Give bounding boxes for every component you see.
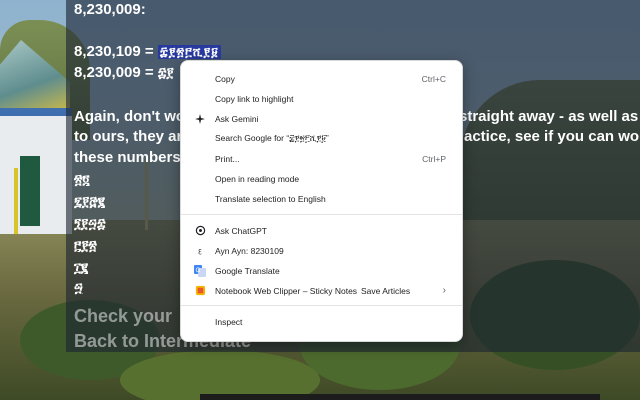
- menu-search-google[interactable]: Search Google for “፰፻፳፫ሺ፻፱”: [181, 129, 462, 148]
- number-line-1: 8,230,109 = ፰፻፳፫ሺ፻፱: [74, 42, 221, 62]
- menu-copy-link-to-highlight[interactable]: Copy link to highlight: [181, 89, 462, 108]
- house-stripe: [14, 168, 18, 234]
- paragraph-line-2: to ours, they ar: [74, 128, 183, 145]
- check-answers-link[interactable]: Check your: [74, 306, 172, 326]
- numeral-item: ፺፻፵፰: [74, 216, 106, 231]
- numeral-item: ፳፬: [74, 172, 90, 187]
- print-shortcut: Ctrl+P: [422, 153, 446, 164]
- number-line-2: 8,230,009 = ፰፻: [74, 63, 174, 83]
- selected-geez-number[interactable]: ፰፻፳፫ሺ፻፱: [157, 45, 221, 59]
- google-translate-icon: G: [194, 264, 206, 277]
- paragraph-line-3: these numbers: [74, 149, 181, 166]
- menu-copy[interactable]: Copy Ctrl+C: [181, 69, 462, 88]
- menu-inspect[interactable]: Inspect: [181, 312, 462, 331]
- chevron-right-icon: ›: [442, 285, 446, 296]
- paragraph-line-2-right: actice, see if you can wor: [464, 128, 640, 145]
- paragraph-line-1-right: straight away - as well as: [459, 108, 639, 125]
- menu-ask-gemini[interactable]: Ask Gemini: [181, 109, 462, 128]
- sparkle-icon: [194, 113, 206, 125]
- geez-number-2: ፰፻: [157, 65, 174, 80]
- menu-translate-selection[interactable]: Translate selection to English: [181, 189, 462, 208]
- number-1: 8,230,109 =: [74, 43, 154, 60]
- paragraph-line-1: Again, don't wo: [74, 108, 186, 125]
- house-door: [20, 156, 40, 226]
- numeral-item: ፵: [74, 280, 83, 295]
- menu-divider: [181, 305, 462, 306]
- notebook-icon: [194, 285, 206, 297]
- menu-print[interactable]: Print... Ctrl+P: [181, 149, 462, 168]
- copy-shortcut: Ctrl+C: [421, 73, 446, 84]
- heading-line: 8,230,009:: [74, 1, 146, 18]
- numeral-item: ፫፻፳: [74, 238, 97, 253]
- save-articles-label: Save Articles: [361, 285, 411, 296]
- context-menu: Copy Ctrl+C Copy link to highlight Ask G…: [180, 60, 463, 342]
- ayn-ayn-icon: ꜫ: [198, 247, 202, 255]
- menu-ayn-ayn[interactable]: ꜫ Ayn Ayn: 8230109: [181, 241, 462, 260]
- menu-divider: [181, 214, 462, 215]
- bottom-bar: [200, 394, 600, 400]
- numeral-item: ፯፻፸፪: [74, 194, 105, 209]
- notebook-label: Notebook Web Clipper – Sticky Notes: [215, 285, 358, 296]
- numeral-item: ፲፪: [74, 260, 89, 275]
- menu-notebook-web-clipper[interactable]: Notebook Web Clipper – Sticky Notes Save…: [181, 281, 462, 300]
- menu-open-reading-mode[interactable]: Open in reading mode: [181, 169, 462, 188]
- chatgpt-icon: [194, 225, 206, 237]
- menu-google-translate[interactable]: G Google Translate: [181, 261, 462, 280]
- house: [0, 108, 72, 234]
- svg-text:G: G: [196, 267, 201, 274]
- menu-ask-chatgpt[interactable]: Ask ChatGPT: [181, 221, 462, 240]
- number-2: 8,230,009 =: [74, 64, 154, 81]
